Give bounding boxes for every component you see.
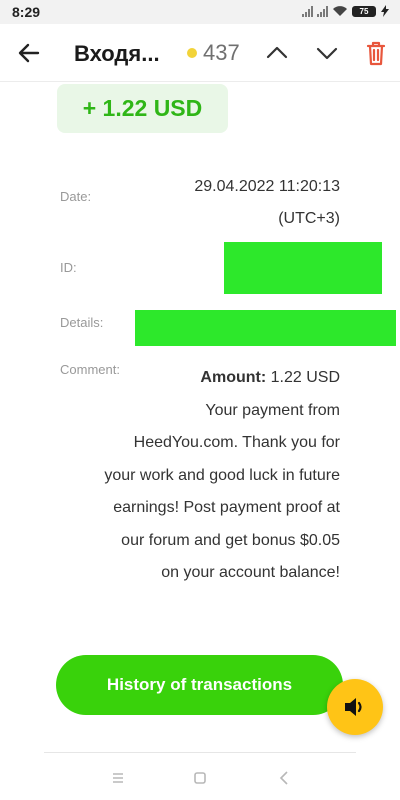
chevron-up-icon[interactable]: [262, 38, 292, 68]
back-arrow-icon[interactable]: [14, 38, 44, 68]
amount-chip: + 1.22 USD: [57, 84, 228, 133]
timezone: (UTC+3): [278, 210, 340, 227]
speaker-icon: [345, 698, 362, 716]
sound-button[interactable]: [327, 679, 383, 735]
details-label: Details:: [60, 315, 104, 330]
history-button[interactable]: History of transactions: [56, 655, 343, 715]
status-icons: 75: [302, 5, 390, 17]
chevron-down-icon[interactable]: [312, 38, 342, 68]
signal-icon: [302, 5, 313, 17]
details-value-redacted: [135, 310, 396, 346]
app-header: Входя... 437: [0, 24, 400, 82]
unread-dot-icon: [187, 48, 197, 58]
status-bar: 8:29 75: [0, 0, 400, 24]
id-label: ID:: [60, 260, 77, 275]
divider: [44, 752, 356, 753]
id-value-redacted: [224, 242, 382, 294]
comment-text: Amount: 1.22 USD Your payment from HeedY…: [100, 362, 340, 590]
date-value: 29.04.2022 11:20:13 (UTC+3): [120, 171, 340, 235]
page-title: Входя...: [74, 41, 160, 66]
battery-icon: 75: [352, 5, 376, 17]
status-time: 8:29: [12, 4, 41, 20]
signal-icon: [317, 5, 328, 17]
unread-counter: 437: [187, 40, 240, 66]
charging-icon: [381, 5, 389, 17]
amount-value: 1.22 USD: [266, 369, 340, 386]
wifi-icon: [333, 6, 347, 16]
amount-label: Amount:: [200, 369, 267, 386]
home-square-icon[interactable]: [190, 768, 210, 788]
comment-body: Your payment from HeedYou.com. Thank you…: [104, 401, 340, 582]
date-time: 29.04.2022 11:20:13: [194, 178, 340, 195]
menu-icon[interactable]: [108, 768, 128, 788]
trash-icon[interactable]: [362, 38, 390, 68]
date-label: Date:: [60, 189, 92, 204]
unread-count: 437: [203, 40, 240, 65]
back-triangle-icon[interactable]: [274, 768, 294, 788]
system-nav-bar: [0, 755, 400, 800]
